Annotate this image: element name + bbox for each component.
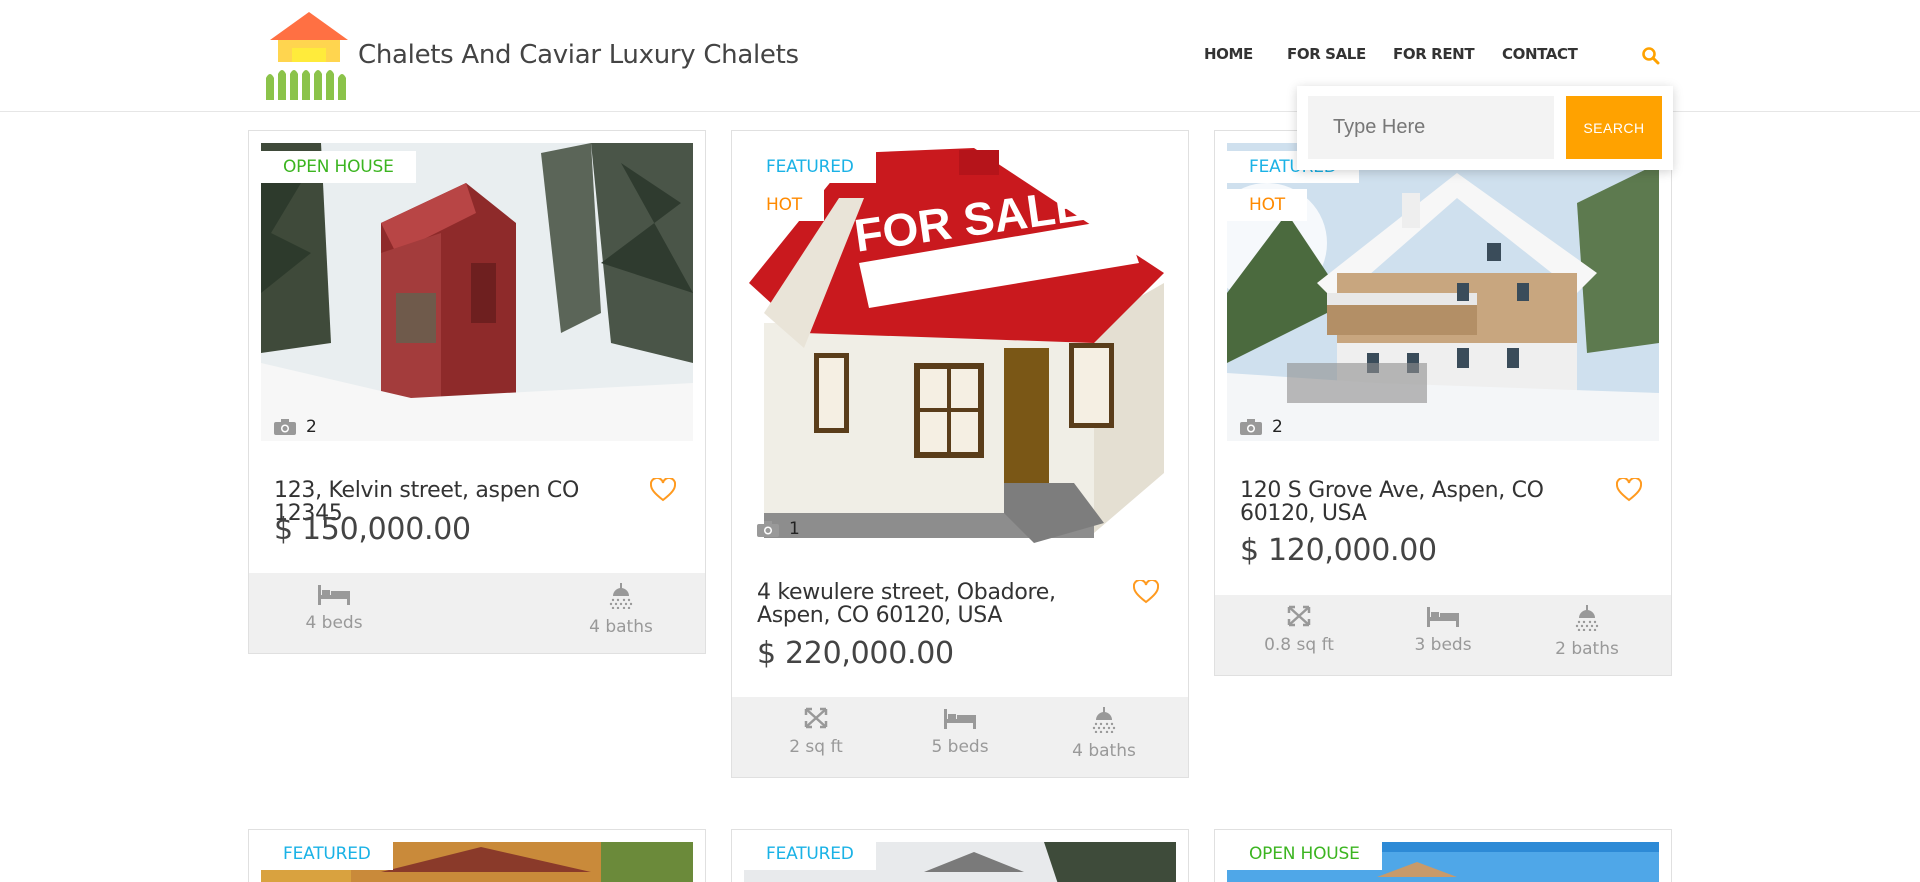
- nav-for-sale[interactable]: FOR SALE: [1287, 45, 1366, 63]
- photo-count: 2: [1240, 417, 1283, 437]
- listing-photo[interactable]: [261, 143, 693, 441]
- badge-hot: HOT: [1227, 189, 1307, 221]
- shower-icon: [609, 583, 633, 609]
- feature-bar: 2 sq ft 5 beds 4 baths: [732, 697, 1188, 777]
- search-icon[interactable]: [1641, 46, 1661, 66]
- listing-card[interactable]: FOR SALE FEATURED HOT 1 4 kewulere stree…: [731, 130, 1189, 778]
- photo-count-value: 2: [306, 417, 317, 437]
- camera-icon: [1240, 419, 1262, 435]
- heart-icon[interactable]: [1616, 478, 1642, 502]
- badge-open-house: OPEN HOUSE: [261, 151, 416, 183]
- listing-price: $ 120,000.00: [1240, 533, 1437, 568]
- listing-photo[interactable]: [1227, 143, 1659, 441]
- badge-hot: HOT: [744, 189, 824, 221]
- feature-baths: 4 baths: [561, 583, 681, 637]
- shower-icon: [1092, 707, 1116, 733]
- photo-count-value: 1: [789, 519, 800, 539]
- listing-card[interactable]: OPEN HOUSE: [1214, 829, 1672, 882]
- feature-area: 2 sq ft: [756, 707, 876, 757]
- bed-icon: [944, 709, 976, 729]
- badge-featured: FEATURED: [744, 838, 876, 870]
- search-button[interactable]: SEARCH: [1566, 96, 1662, 159]
- area-icon: [1287, 605, 1311, 627]
- photo-count-value: 2: [1272, 417, 1283, 437]
- camera-icon: [757, 521, 779, 537]
- photo-count: 2: [274, 417, 317, 437]
- feature-bar: 0.8 sq ft 3 beds 2 baths: [1215, 595, 1671, 675]
- heart-icon[interactable]: [650, 478, 676, 502]
- area-icon: [804, 707, 828, 729]
- photo-count: 1: [757, 519, 800, 539]
- brand-name[interactable]: Chalets And Caviar Luxury Chalets: [358, 40, 799, 70]
- feature-beds: 4 beds: [274, 583, 394, 633]
- feature-bar: 4 beds 4 baths: [249, 573, 705, 653]
- search-input[interactable]: [1308, 96, 1554, 159]
- feature-beds: 3 beds: [1383, 605, 1503, 655]
- bed-icon: [318, 585, 350, 605]
- badge-open-house: OPEN HOUSE: [1227, 838, 1382, 870]
- feature-baths: 4 baths: [1044, 707, 1164, 761]
- shower-icon: [1575, 605, 1599, 631]
- bed-icon: [1427, 607, 1459, 627]
- listing-price: $ 150,000.00: [274, 512, 471, 547]
- feature-beds: 5 beds: [900, 707, 1020, 757]
- badge-featured: FEATURED: [261, 838, 393, 870]
- camera-icon: [274, 419, 296, 435]
- search-dropdown: SEARCH: [1297, 86, 1673, 170]
- nav-contact[interactable]: CONTACT: [1502, 45, 1578, 63]
- logo[interactable]: [264, 12, 354, 100]
- listing-address[interactable]: 120 S Grove Ave, Aspen, CO 60120, USA: [1240, 479, 1610, 525]
- listing-card[interactable]: FEATURED: [248, 829, 706, 882]
- listing-price: $ 220,000.00: [757, 636, 954, 671]
- listing-card[interactable]: OPEN HOUSE 2 123, Kelvin street, aspen C…: [248, 130, 706, 654]
- badge-featured: FEATURED: [744, 151, 876, 183]
- nav-for-rent[interactable]: FOR RENT: [1393, 45, 1475, 63]
- listing-card[interactable]: FEATURED: [731, 829, 1189, 882]
- heart-icon[interactable]: [1133, 580, 1159, 604]
- listing-card[interactable]: FEATURED HOT 2 120 S Grove Ave, Aspen, C…: [1214, 130, 1672, 676]
- feature-area: 0.8 sq ft: [1239, 605, 1359, 655]
- listing-address[interactable]: 4 kewulere street, Obadore, Aspen, CO 60…: [757, 581, 1127, 627]
- nav-home[interactable]: HOME: [1204, 45, 1253, 63]
- feature-baths: 2 baths: [1527, 605, 1647, 659]
